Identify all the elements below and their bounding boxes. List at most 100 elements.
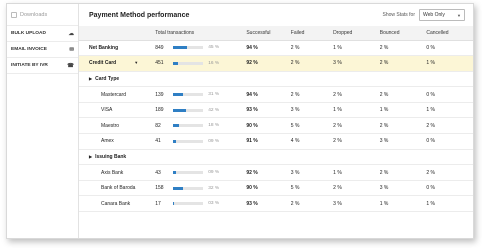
row-label: Credit Card ▼	[79, 55, 156, 72]
share-percent: 45 %	[208, 45, 220, 51]
cloud-upload-icon: ☁	[68, 30, 75, 37]
share-bar	[173, 186, 204, 190]
table-row[interactable]: Maestro 82 18 % 90 % 5 % 2 % 2 % 2 %	[79, 117, 473, 135]
successful-cell: 90 %	[246, 117, 291, 135]
total-count: 17	[155, 200, 161, 207]
column-header-total[interactable]: Total transactions	[155, 26, 247, 41]
share-bar-fill	[173, 171, 176, 175]
cancelled-cell: 0 %	[426, 133, 473, 150]
cancelled-cell: 0 %	[426, 40, 473, 57]
row-label-text: Net Banking	[89, 44, 119, 51]
share-bar-fill	[173, 61, 179, 65]
share-percent: 18 %	[208, 123, 220, 129]
row-label: Mastercard	[79, 86, 156, 103]
share-bar	[173, 124, 204, 128]
column-header-successful[interactable]: Successful	[246, 26, 291, 41]
table-row[interactable]: Amex 41 09 % 91 % 4 % 2 % 3 % 0 %	[79, 133, 473, 150]
chevron-down-icon: ▼	[457, 12, 461, 18]
expand-triangle-icon: ▶	[89, 75, 93, 81]
row-label-text: Maestro	[101, 122, 120, 129]
table-body: Net Banking 849 45 % 94 % 2 % 1 % 2 % 0 % Credit…	[79, 40, 473, 213]
successful-cell: 94 %	[246, 40, 291, 57]
row-label: Net Banking	[79, 40, 156, 57]
table-row[interactable]: Bank of Baroda 158 32 % 90 % 5 % 2 % 3 % 0 %	[79, 180, 473, 197]
downloads-link[interactable]: Downloads	[7, 4, 78, 26]
stats-for-label: Show Stats for	[382, 12, 415, 18]
row-label-text: Axis Bank	[101, 169, 124, 176]
sidebar-item-initiate-by-ivr[interactable]: INITIATE BY IVR ☎	[7, 58, 78, 74]
column-header-failed[interactable]: Failed	[290, 26, 334, 41]
sidebar-item-label: INITIATE BY IVR	[11, 63, 48, 68]
total-cell: 17 03 %	[155, 195, 247, 213]
failed-cell: 2 %	[290, 40, 334, 57]
share-percent: 09 %	[208, 170, 220, 176]
bounced-cell: 2 %	[379, 55, 427, 72]
share-percent: 09 %	[208, 138, 220, 144]
share-bar	[173, 93, 204, 97]
cancelled-cell: 1 %	[426, 102, 473, 119]
bounced-cell: 3 %	[379, 180, 427, 197]
total-cell: 43 09 %	[155, 164, 247, 181]
page-title: Payment Method performance	[89, 11, 190, 19]
successful-cell: 94 %	[246, 86, 291, 103]
failed-cell: 2 %	[290, 55, 334, 72]
sidebar-item-label: EMAIL INVOICE	[11, 47, 47, 52]
table-row[interactable]: Axis Bank 43 09 % 92 % 3 % 1 % 2 % 2 %	[79, 164, 473, 181]
group-row[interactable]: ▶ Card Type	[79, 71, 473, 88]
table-row[interactable]: Net Banking 849 45 % 94 % 2 % 1 % 2 % 0 %	[79, 40, 473, 57]
row-label-text: Bank of Baroda	[101, 185, 136, 192]
cancelled-cell: 1 %	[426, 55, 473, 72]
bounced-cell: 2 %	[379, 40, 427, 57]
chevron-down-icon[interactable]: ▼	[134, 60, 138, 65]
total-count: 189	[155, 107, 164, 114]
row-label: Amex	[79, 133, 156, 150]
failed-cell: 2 %	[290, 195, 334, 213]
row-label-text: Mastercard	[101, 91, 127, 98]
column-header-dropped[interactable]: Dropped	[333, 26, 380, 41]
dropped-cell: 3 %	[333, 55, 380, 72]
bounced-cell: 3 %	[379, 133, 427, 150]
share-bar-fill	[173, 108, 186, 112]
dropped-cell: 2 %	[333, 180, 380, 197]
column-header-method	[79, 26, 156, 41]
bounced-cell: 1 %	[379, 195, 427, 213]
table-row[interactable]: Mastercard 139 31 % 94 % 2 % 2 % 2 % 0 %	[79, 86, 473, 103]
column-header-cancelled[interactable]: Cancelled	[426, 26, 473, 41]
total-count: 82	[155, 122, 161, 129]
share-bar	[173, 108, 204, 112]
table-row[interactable]: Credit Card ▼ 451 16 % 92 % 2 % 3 % 2 % 1 %	[79, 55, 473, 72]
stats-filter-value: Web Only	[423, 12, 445, 18]
failed-cell: 3 %	[290, 102, 334, 119]
cancelled-cell: 0 %	[426, 86, 473, 103]
sidebar-item-bulk-upload[interactable]: BULK UPLOAD ☁	[7, 26, 78, 42]
panel-header: Payment Method performance Show Stats fo…	[79, 4, 473, 26]
bounced-cell: 1 %	[379, 102, 427, 119]
successful-cell: 91 %	[246, 133, 291, 150]
failed-cell: 4 %	[290, 133, 334, 150]
stats-filter-dropdown[interactable]: Web Only ▼	[419, 9, 465, 21]
table-row[interactable]: Canara Bank 17 03 % 93 % 2 % 3 % 1 % 1 %	[79, 195, 473, 213]
table-row[interactable]: VISA 189 42 % 93 % 3 % 1 % 1 % 1 %	[79, 102, 473, 119]
share-bar-fill	[173, 124, 179, 128]
group-row[interactable]: ▶ Issuing Bank	[79, 149, 473, 166]
download-icon	[11, 11, 17, 18]
share-bar-fill	[173, 46, 187, 50]
row-label-text: Amex	[101, 138, 114, 145]
cancelled-cell: 1 %	[426, 195, 473, 213]
sidebar-item-email-invoice[interactable]: EMAIL INVOICE ✉	[7, 42, 78, 58]
total-count: 158	[155, 185, 164, 192]
row-label: VISA	[79, 102, 156, 119]
column-header-bounced[interactable]: Bounced	[379, 26, 427, 41]
bounced-cell: 2 %	[379, 86, 427, 103]
share-bar	[173, 139, 204, 143]
group-label: ▶ Card Type	[79, 71, 473, 88]
row-label-text: Credit Card	[89, 60, 117, 67]
group-label-text: Card Type	[95, 75, 120, 82]
cancelled-cell: 0 %	[426, 180, 473, 197]
failed-cell: 2 %	[290, 86, 334, 103]
successful-cell: 92 %	[246, 55, 291, 72]
total-cell: 82 18 %	[155, 117, 247, 135]
cancelled-cell: 2 %	[426, 117, 473, 135]
sidebar-item-label: BULK UPLOAD	[11, 31, 46, 36]
dropped-cell: 1 %	[333, 102, 380, 119]
